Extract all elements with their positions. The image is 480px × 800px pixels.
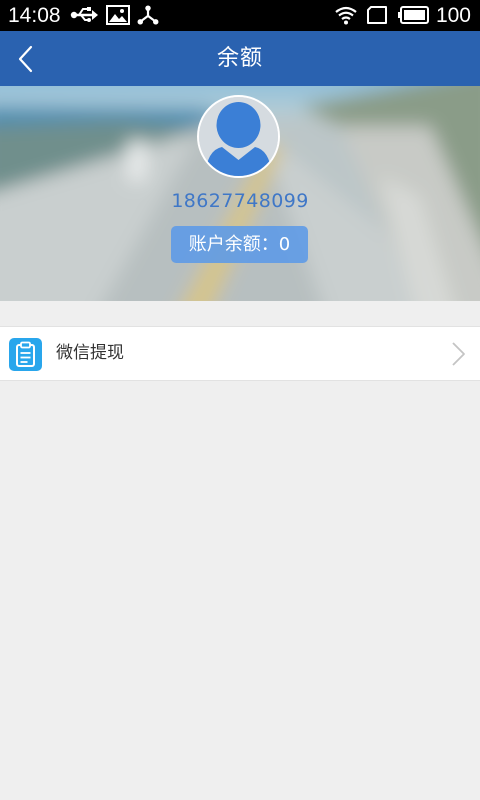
phone-number: 18627748099 [171,190,309,212]
clipboard-icon [9,338,42,371]
chevron-right-icon [452,342,465,366]
battery-level: 100 [435,4,471,27]
battery-icon [398,6,429,24]
wechat-withdraw-row[interactable]: 微信提现 [0,326,480,381]
status-bar: 14:08 100 [0,0,480,31]
account-balance-badge: 账户余额：0 [171,226,308,263]
share-icon [137,5,159,25]
status-time: 14:08 [8,4,61,27]
profile-banner: 18627748099 账户余额：0 [0,86,480,301]
page-title: 余额 [216,46,263,71]
wechat-withdraw-label: 微信提现 [56,343,124,363]
usb-icon [70,7,98,22]
user-avatar-icon[interactable] [197,95,280,178]
image-icon [106,5,130,25]
sim-icon [367,6,387,24]
title-bar: 余额 [0,31,480,86]
wifi-icon [335,6,357,25]
